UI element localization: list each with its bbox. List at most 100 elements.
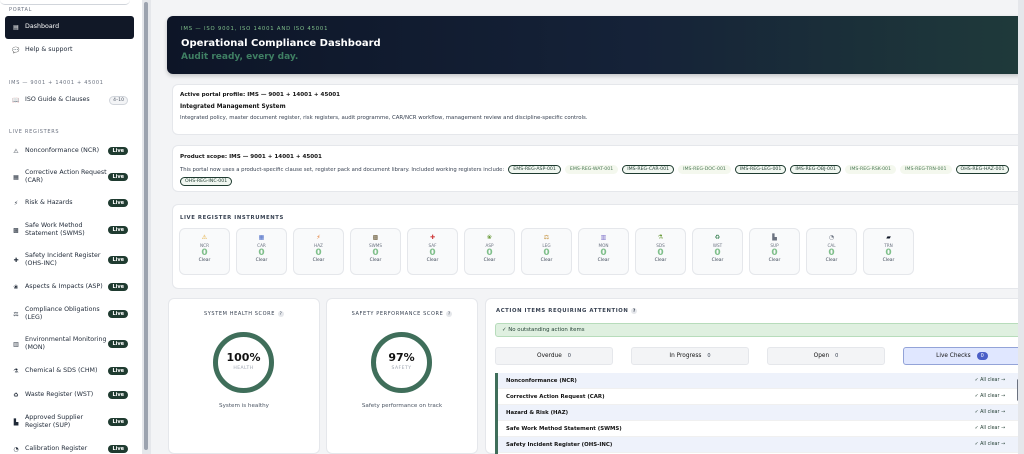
- scope-title: Product scope: IMS — 9001 + 14001 + 4500…: [180, 154, 322, 160]
- register-chip[interactable]: EMS-REG-ASP-001: [508, 165, 561, 174]
- safety-pct: 97%: [388, 351, 415, 364]
- sidebar-item-label: Nonconformance (NCR): [25, 146, 100, 154]
- list-item[interactable]: Nonconformance (NCR) ✓ All clear →: [498, 373, 1024, 389]
- registers-title: LIVE REGISTER INSTRUMENTS: [180, 215, 284, 221]
- page-scrollbar[interactable]: [1018, 0, 1024, 454]
- register-instrument-ncr[interactable]: ⚠ NCR 0 Clear: [179, 228, 230, 275]
- register-chip[interactable]: OHS-REG-HAZ-001: [955, 165, 1010, 174]
- flask-icon: ⚗: [657, 234, 664, 241]
- help-icon[interactable]: ?: [631, 308, 638, 314]
- register-instrument-mon[interactable]: ▥ MON 0 Clear: [578, 228, 629, 275]
- tab-open[interactable]: Open 0: [767, 347, 885, 365]
- no-actions-banner: ✓ No outstanding action items: [495, 323, 1024, 337]
- live-checks-list: Nonconformance (NCR) ✓ All clear → Correc…: [495, 373, 1024, 454]
- live-badge: Live: [108, 418, 128, 426]
- register-chip[interactable]: IMS-REG-RSK-001: [844, 165, 897, 174]
- health-title-text: SYSTEM HEALTH SCORE: [204, 311, 275, 317]
- sidebar-item-ncr[interactable]: ⚠ Nonconformance (NCR) Live: [5, 144, 134, 158]
- all-clear-link[interactable]: ✓ All clear →: [975, 394, 1005, 399]
- sidebar-item-ohs-inc[interactable]: ✚ Safety Incident Register (OHS-INC) Liv…: [5, 250, 134, 270]
- register-count: 0: [201, 248, 208, 258]
- register-instrument-asp[interactable]: ❀ ASP 0 Clear: [464, 228, 515, 275]
- register-instrument-leg[interactable]: ⚖ LEG 0 Clear: [521, 228, 572, 275]
- list-item[interactable]: Hazard & Risk (HAZ) ✓ All clear →: [498, 405, 1024, 421]
- live-badge: Live: [108, 310, 128, 318]
- scope-line: This portal now uses a product-specific …: [180, 165, 1015, 186]
- hero-banner: IMS — ISO 9001, ISO 14001 AND ISO 45001 …: [167, 16, 1024, 74]
- sidebar-item-car[interactable]: ▦ Corrective Action Request (CAR) Live: [5, 167, 134, 187]
- register-chip[interactable]: IMS-REG-DOC-001: [678, 165, 731, 174]
- swms-icon: ▩: [13, 226, 19, 234]
- register-status: Clear: [255, 258, 268, 263]
- register-instrument-haz[interactable]: ⚡ HAZ 0 Clear: [293, 228, 344, 275]
- sidebar-item-label: Dashboard: [25, 23, 60, 31]
- register-instrument-wst[interactable]: ♻ WST 0 Clear: [692, 228, 743, 275]
- register-instrument-sds[interactable]: ⚗ SDS 0 Clear: [635, 228, 686, 275]
- register-status: Clear: [369, 258, 382, 263]
- register-instrument-cal[interactable]: ◔ CAL 0 Clear: [806, 228, 857, 275]
- all-clear-link[interactable]: ✓ All clear →: [975, 426, 1005, 431]
- list-item[interactable]: Safe Work Method Statement (SWMS) ✓ All c…: [498, 421, 1024, 437]
- health-pct: 100%: [226, 351, 261, 364]
- sidebar-item-label: Chemical & SDS (CHM): [25, 366, 98, 374]
- sidebar-item-sup[interactable]: ▙ Approved Supplier Register (SUP) Live: [5, 412, 134, 432]
- register-instrument-trn[interactable]: ▰ TRN 0 Clear: [863, 228, 914, 275]
- sidebar-item-cal[interactable]: ◔ Calibration Register Live: [5, 442, 134, 454]
- live-badge: Live: [108, 283, 128, 291]
- sidebar-item-mon[interactable]: ▥ Environmental Monitoring (MON) Live: [5, 334, 134, 354]
- all-clear-link[interactable]: ✓ All clear →: [975, 378, 1005, 383]
- register-chip[interactable]: OHS-REG-INC-001: [180, 177, 233, 186]
- all-clear-link[interactable]: ✓ All clear →: [975, 442, 1005, 447]
- register-count: 0: [600, 248, 607, 258]
- register-chip[interactable]: IMS-REG-LEG-001: [734, 165, 787, 174]
- sidebar-scrollbar-thumb[interactable]: [144, 2, 148, 450]
- sidebar-item-chm[interactable]: ⚗ Chemical & SDS (CHM) Live: [5, 364, 134, 378]
- sidebar-item-label: Safe Work Method Statement (SWMS): [25, 221, 85, 238]
- help-icon[interactable]: ?: [278, 311, 284, 317]
- recycle-icon: ♻: [13, 391, 19, 399]
- tab-in-progress[interactable]: In Progress 0: [631, 347, 749, 365]
- profile-description: Integrated policy, master document regis…: [180, 115, 588, 121]
- register-instrument-saf[interactable]: ✚ SAF 0 Clear: [407, 228, 458, 275]
- swms-icon: ▩: [372, 234, 379, 241]
- factory-icon: ▙: [13, 418, 19, 426]
- section-label-live: LIVE REGISTERS: [9, 129, 60, 135]
- sidebar-item-leg[interactable]: ⚖ Compliance Obligations (LEG) Live: [5, 304, 134, 324]
- list-item[interactable]: Safety Incident Register (OHS-INC) ✓ All …: [498, 437, 1024, 453]
- sidebar-item-label: Corrective Action Request (CAR): [25, 168, 107, 185]
- register-count: 0: [771, 248, 778, 258]
- action-tabs: Overdue 0 In Progress 0 Open 0 Live Checks 0: [495, 347, 1021, 365]
- live-badge: Live: [108, 367, 128, 375]
- live-badge: Live: [108, 199, 128, 207]
- register-chip[interactable]: IMS-REG-TRN-001: [900, 165, 952, 174]
- register-chip[interactable]: IMS-REG-OBJ-001: [790, 165, 841, 174]
- register-chip[interactable]: IMS-REG-CAR-001: [622, 165, 675, 174]
- register-count: 0: [885, 248, 892, 258]
- register-row: ⚠ NCR 0 Clear ▦ CAR 0 Clear ⚡ HAZ 0 Clear ▩ SWMS 0 Clea…: [179, 228, 914, 275]
- sidebar-item-help[interactable]: 💬 Help & support: [5, 43, 134, 57]
- sidebar-item-asp[interactable]: ❀ Aspects & Impacts (ASP) Live: [5, 280, 134, 294]
- health-sub: HEALTH: [233, 366, 254, 371]
- sidebar-item-iso-guide[interactable]: 📖 ISO Guide & Clauses 4–10: [5, 93, 134, 107]
- sidebar-item-wst[interactable]: ♻ Waste Register (WST) Live: [5, 388, 134, 402]
- tab-live-checks[interactable]: Live Checks 0: [903, 347, 1021, 365]
- sidebar-item-dashboard[interactable]: ▤ Dashboard: [5, 16, 134, 39]
- sidebar-item-swms[interactable]: ▩ Safe Work Method Statement (SWMS) Live: [5, 220, 134, 240]
- sidebar-item-label: ISO Guide & Clauses: [25, 95, 90, 103]
- warning-icon: ⚠: [13, 147, 19, 155]
- all-clear-link[interactable]: ✓ All clear →: [975, 410, 1005, 415]
- register-chip[interactable]: EMS-REG-WAT-001: [564, 165, 619, 174]
- live-badge: Live: [108, 391, 128, 399]
- tab-overdue[interactable]: Overdue 0: [495, 347, 613, 365]
- register-instrument-swms[interactable]: ▩ SWMS 0 Clear: [350, 228, 401, 275]
- sidebar-item-risk[interactable]: ⚡ Risk & Hazards Live: [5, 196, 134, 210]
- list-item[interactable]: Corrective Action Request (CAR) ✓ All cle…: [498, 389, 1024, 405]
- register-instrument-sup[interactable]: ▙ SUP 0 Clear: [749, 228, 800, 275]
- register-status: Clear: [198, 258, 211, 263]
- register-instrument-car[interactable]: ▦ CAR 0 Clear: [236, 228, 287, 275]
- clause-range-badge: 4–10: [109, 95, 128, 105]
- chat-icon: 💬: [12, 46, 20, 54]
- help-icon[interactable]: ?: [446, 311, 453, 317]
- register-status: Clear: [768, 258, 781, 263]
- health-note: System is healthy: [219, 403, 269, 409]
